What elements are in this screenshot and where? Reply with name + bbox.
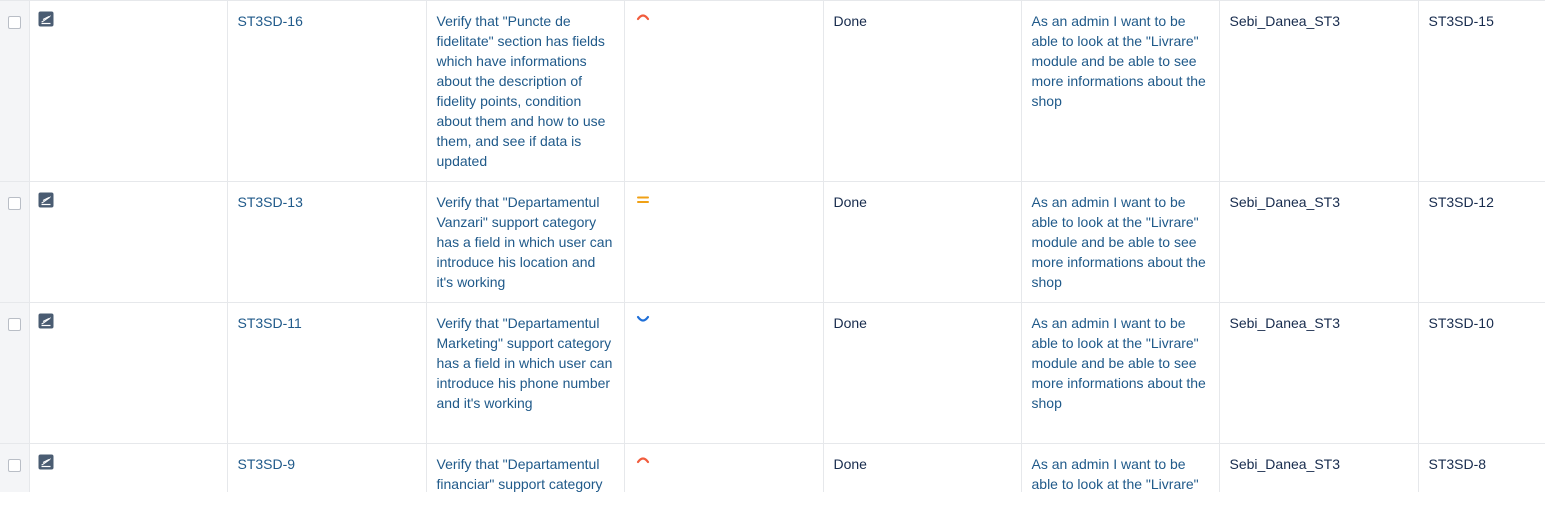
issue-type-cell [29,443,228,492]
table-row[interactable]: ST3SD-11 Verify that "Departamentul Mark… [0,302,1545,444]
assignee-name: Sebi_Danea_ST3 [1229,456,1341,472]
row-select-cell [0,302,30,444]
row-select-cell [0,0,30,182]
page-bottom-margin [0,492,1545,511]
test-issue-icon[interactable] [38,313,54,329]
status-cell: Done [823,443,1022,492]
status-cell: Done [823,0,1022,182]
linked-issue-key: ST3SD-8 [1428,456,1487,472]
issue-summary-link[interactable]: Verify that "Puncte de fidelitate" secti… [437,13,606,169]
status-cell: Done [823,181,1022,303]
linked-key-cell: ST3SD-12 [1418,181,1545,303]
priority-high-icon [636,14,649,21]
story-cell: As an admin I want to be able to look at… [1021,302,1220,444]
summary-cell: Verify that "Departamentul Vanzari" supp… [426,181,625,303]
assignee-name: Sebi_Danea_ST3 [1229,13,1341,29]
story-link[interactable]: As an admin I want to be able to look at… [1032,456,1199,492]
story-cell: As an admin I want to be able to look at… [1021,443,1220,492]
issue-type-cell [29,181,228,303]
test-issue-icon[interactable] [38,454,54,470]
priority-cell [624,0,824,182]
issue-key-cell: ST3SD-9 [227,443,427,492]
linked-issue-key: ST3SD-15 [1428,13,1494,29]
story-cell: As an admin I want to be able to look at… [1021,181,1220,303]
row-select-cell [0,181,30,303]
row-checkbox[interactable] [8,197,21,210]
issue-type-cell [29,0,228,182]
issue-key-link[interactable]: ST3SD-9 [238,456,296,472]
linked-issue-key: ST3SD-12 [1428,194,1494,210]
issue-key-link[interactable]: ST3SD-11 [238,315,302,331]
row-checkbox[interactable] [8,318,21,331]
table-row[interactable]: ST3SD-9 Verify that "Departamentul finan… [0,443,1545,492]
assignee-cell: Sebi_Danea_ST3 [1219,181,1419,303]
issue-table: ST3SD-16 Verify that "Puncte de fidelita… [0,0,1545,492]
assignee-name: Sebi_Danea_ST3 [1229,194,1341,210]
summary-cell: Verify that "Departamentul Marketing" su… [426,302,625,444]
issue-key-link[interactable]: ST3SD-16 [238,13,303,29]
priority-cell [624,443,824,492]
status-text: Done [833,194,867,210]
status-text: Done [833,456,867,472]
table-row[interactable]: ST3SD-13 Verify that "Departamentul Vanz… [0,181,1545,303]
status-text: Done [833,315,867,331]
issue-summary-link[interactable]: Verify that "Departamentul Vanzari" supp… [437,194,613,290]
linked-key-cell: ST3SD-8 [1418,443,1545,492]
assignee-cell: Sebi_Danea_ST3 [1219,0,1419,182]
linked-issue-key: ST3SD-10 [1428,315,1494,331]
assignee-cell: Sebi_Danea_ST3 [1219,302,1419,444]
summary-cell: Verify that "Puncte de fidelitate" secti… [426,0,625,182]
issue-key-cell: ST3SD-13 [227,181,427,303]
table-row[interactable]: ST3SD-16 Verify that "Puncte de fidelita… [0,0,1545,182]
story-link[interactable]: As an admin I want to be able to look at… [1032,315,1206,411]
priority-medium-icon [636,196,649,203]
row-checkbox[interactable] [8,459,21,472]
linked-key-cell: ST3SD-15 [1418,0,1545,182]
assignee-cell: Sebi_Danea_ST3 [1219,443,1419,492]
priority-cell [624,181,824,303]
issue-table-viewport: ST3SD-16 Verify that "Puncte de fidelita… [0,0,1545,492]
row-select-cell [0,443,30,492]
story-link[interactable]: As an admin I want to be able to look at… [1032,13,1206,109]
issue-summary-link[interactable]: Verify that "Departamentul financiar" su… [437,456,603,492]
status-cell: Done [823,302,1022,444]
test-issue-icon[interactable] [38,11,54,27]
story-link[interactable]: As an admin I want to be able to look at… [1032,194,1206,290]
priority-high-icon [636,457,649,464]
test-issue-icon[interactable] [38,192,54,208]
issue-key-cell: ST3SD-11 [227,302,427,444]
assignee-name: Sebi_Danea_ST3 [1229,315,1341,331]
priority-low-icon [636,315,649,322]
issue-type-cell [29,302,228,444]
row-checkbox[interactable] [8,16,21,29]
linked-key-cell: ST3SD-10 [1418,302,1545,444]
status-text: Done [833,13,867,29]
story-cell: As an admin I want to be able to look at… [1021,0,1220,182]
issue-key-cell: ST3SD-16 [227,0,427,182]
issue-key-link[interactable]: ST3SD-13 [238,194,303,210]
issue-summary-link[interactable]: Verify that "Departamentul Marketing" su… [437,315,613,411]
priority-cell [624,302,824,444]
summary-cell: Verify that "Departamentul financiar" su… [426,443,625,492]
